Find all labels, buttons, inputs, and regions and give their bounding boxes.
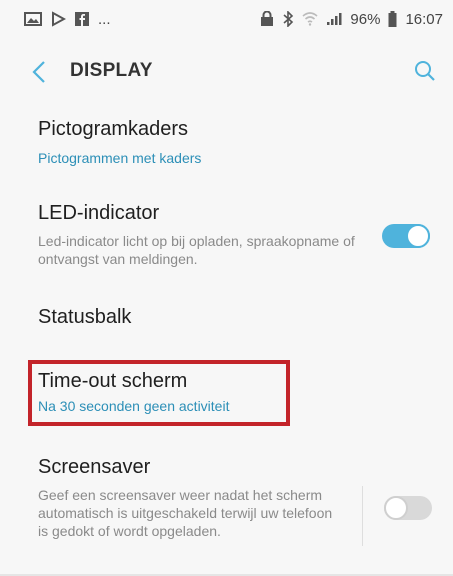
status-overflow: ... [98,10,111,28]
setting-description: Led-indicator licht op bij opladen, spra… [38,233,355,267]
battery-percentage: 96% [350,10,381,28]
back-arrow-icon[interactable] [28,60,50,84]
setting-description: Geef een screensaver weer nadat het sche… [38,487,333,539]
setting-title: Pictogramkaders [38,118,189,140]
setting-title: Screensaver [38,456,151,478]
setting-icon-frames[interactable]: Pictogramkaders Pictogrammen met kaders [0,112,453,176]
led-indicator-toggle[interactable] [382,224,430,248]
signal-icon [326,12,342,26]
search-icon[interactable] [412,58,438,84]
setting-led-indicator[interactable]: LED-indicator Led-indicator licht op bij… [0,198,453,278]
clock: 16:07 [405,10,443,28]
status-bar-right: 96% 16:07 [260,11,443,28]
screensaver-toggle[interactable] [384,496,432,520]
page-title: DISPLAY [70,60,153,81]
facebook-icon [74,11,90,27]
setting-title: LED-indicator [38,202,160,224]
app-header: DISPLAY [0,46,453,98]
gallery-icon [24,11,42,27]
wifi-icon [302,12,318,26]
bluetooth-icon [282,11,294,27]
status-bar: ... 96% 16:07 [0,0,453,38]
play-store-icon [50,11,66,27]
setting-subtitle: Pictogrammen met kaders [38,150,202,166]
lock-icon [260,11,274,27]
status-bar-left: ... [24,11,111,28]
battery-icon [388,11,397,27]
setting-title: Statusbalk [38,306,132,328]
setting-screensaver[interactable]: Screensaver Geef een screensaver weer na… [0,450,453,570]
vertical-divider [362,486,363,546]
toggle-knob [384,496,408,520]
toggle-knob [406,224,430,248]
highlight-box [28,360,290,426]
setting-status-bar[interactable]: Statusbalk [0,300,453,344]
